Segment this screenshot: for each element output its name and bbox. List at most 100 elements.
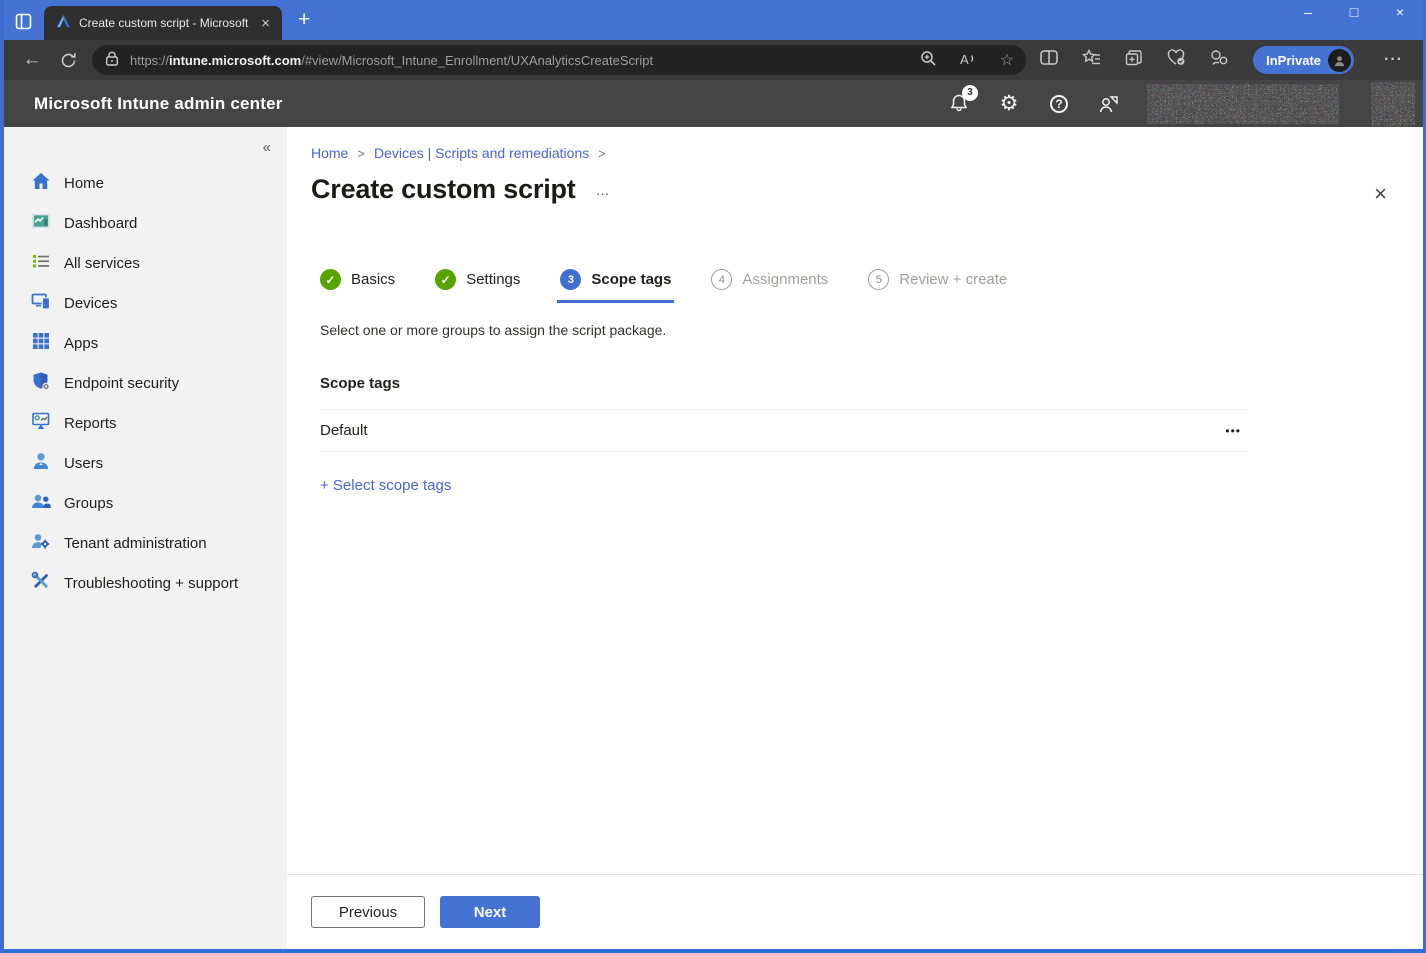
- scope-tags-table: Scope tags Default •••: [320, 375, 1247, 452]
- feedback-person-icon[interactable]: [1097, 92, 1121, 116]
- step-label: Basics: [351, 271, 395, 288]
- shield-icon: [31, 371, 51, 395]
- sidebar-item-label: Reports: [64, 415, 117, 432]
- step-number: 5: [868, 269, 889, 290]
- browser-menu-icon[interactable]: ···: [1378, 51, 1409, 69]
- step-assignments[interactable]: 4 Assignments: [711, 269, 828, 303]
- step-scope-tags[interactable]: 3 Scope tags: [560, 269, 671, 303]
- step-number: 4: [711, 269, 732, 290]
- wizard-steps: ✓ Basics ✓ Settings 3 Scope tags 4 Assig…: [320, 269, 1399, 303]
- sidebar-item-endpoint-security[interactable]: Endpoint security: [4, 363, 287, 403]
- favorite-star-icon[interactable]: ☆: [1000, 50, 1014, 70]
- refresh-icon[interactable]: [50, 52, 86, 69]
- browser-window: Create custom script - Microsoft I × + –…: [0, 0, 1426, 953]
- step-basics[interactable]: ✓ Basics: [320, 269, 395, 303]
- sidebar-item-label: Groups: [64, 495, 113, 512]
- browser-tab-strip: Create custom script - Microsoft I × + –…: [4, 0, 1423, 40]
- sidebar-item-label: Endpoint security: [64, 375, 179, 392]
- redacted-account-info: [1147, 84, 1339, 124]
- sidebar-item-label: Apps: [64, 335, 98, 352]
- wizard-footer: Previous Next: [287, 874, 1423, 949]
- window-minimize-button[interactable]: –: [1295, 4, 1321, 20]
- step-label: Assignments: [742, 271, 828, 288]
- window-controls: – □ ×: [1295, 4, 1413, 20]
- devices-icon: [31, 291, 51, 315]
- sidebar-item-label: All services: [64, 255, 140, 272]
- sidebar-item-dashboard[interactable]: Dashboard: [4, 203, 287, 243]
- browser-tab[interactable]: Create custom script - Microsoft I ×: [44, 6, 282, 40]
- sidebar-item-devices[interactable]: Devices: [4, 283, 287, 323]
- previous-button[interactable]: Previous: [311, 896, 425, 928]
- tab-close-icon[interactable]: ×: [257, 15, 274, 32]
- collections-icon[interactable]: [1125, 49, 1143, 71]
- step-label: Review + create: [899, 271, 1007, 288]
- next-button[interactable]: Next: [440, 896, 540, 928]
- feedback-icon[interactable]: [1210, 49, 1229, 71]
- breadcrumb-separator: >: [598, 146, 606, 161]
- inprivate-badge[interactable]: InPrivate: [1253, 46, 1354, 74]
- page-title: Create custom script: [311, 174, 576, 205]
- step-complete-check-icon: ✓: [435, 269, 456, 290]
- sidebar-item-home[interactable]: Home: [4, 163, 287, 203]
- url-text: https://intune.microsoft.com/#view/Micro…: [130, 53, 910, 68]
- sidebar-item-label: Users: [64, 455, 103, 472]
- read-aloud-icon[interactable]: A: [959, 51, 978, 70]
- sidebar-item-users[interactable]: Users: [4, 443, 287, 483]
- scope-tags-column-header: Scope tags: [320, 375, 1247, 410]
- step-number: 3: [560, 269, 581, 290]
- sidebar-nav: « Home Dashboard All services Devices Ap…: [4, 127, 287, 949]
- step-label: Settings: [466, 271, 520, 288]
- browser-essentials-icon[interactable]: [1167, 49, 1186, 71]
- app-header: Microsoft Intune admin center 3 ⚙ ?: [4, 80, 1423, 127]
- settings-gear-icon[interactable]: ⚙: [997, 92, 1021, 116]
- lock-icon: [106, 51, 118, 69]
- browser-toolbar: ← https://intune.microsoft.com/#view/Mic…: [4, 40, 1423, 80]
- all-services-icon: [31, 251, 51, 275]
- sidebar-item-apps[interactable]: Apps: [4, 323, 287, 363]
- zoom-icon[interactable]: [920, 50, 937, 70]
- step-review-create[interactable]: 5 Review + create: [868, 269, 1007, 303]
- table-row: Default •••: [320, 410, 1247, 452]
- favorites-icon[interactable]: [1082, 49, 1101, 71]
- breadcrumb-section-link[interactable]: Devices | Scripts and remediations: [374, 145, 589, 161]
- select-scope-tags-link[interactable]: + Select scope tags: [320, 477, 451, 494]
- row-context-menu-icon[interactable]: •••: [1219, 420, 1247, 442]
- breadcrumb: Home > Devices | Scripts and remediation…: [311, 145, 1399, 161]
- svg-text:A: A: [960, 52, 969, 67]
- tenant-admin-icon: [31, 531, 51, 555]
- sidebar-item-troubleshooting[interactable]: Troubleshooting + support: [4, 563, 287, 603]
- sidebar-item-label: Troubleshooting + support: [64, 575, 238, 592]
- sidebar-collapse-icon[interactable]: «: [263, 139, 271, 156]
- notifications-bell-icon[interactable]: 3: [947, 92, 971, 116]
- redacted-avatar[interactable]: [1371, 82, 1415, 126]
- inprivate-label: InPrivate: [1266, 53, 1321, 68]
- split-screen-icon[interactable]: [1040, 50, 1058, 70]
- dashboard-icon: [31, 211, 51, 235]
- sidebar-item-tenant-administration[interactable]: Tenant administration: [4, 523, 287, 563]
- sidebar-item-label: Home: [64, 175, 104, 192]
- sidebar-item-label: Dashboard: [64, 215, 137, 232]
- groups-icon: [31, 491, 51, 515]
- troubleshooting-icon: [31, 571, 51, 595]
- address-bar[interactable]: https://intune.microsoft.com/#view/Micro…: [92, 45, 1026, 75]
- workspaces-icon[interactable]: [8, 7, 38, 35]
- sidebar-item-reports[interactable]: Reports: [4, 403, 287, 443]
- window-maximize-button[interactable]: □: [1341, 4, 1367, 20]
- help-icon[interactable]: ?: [1047, 92, 1071, 116]
- window-close-button[interactable]: ×: [1387, 4, 1413, 20]
- blade-content: Home > Devices | Scripts and remediation…: [287, 127, 1423, 874]
- blade-close-icon[interactable]: ×: [1374, 183, 1387, 205]
- back-icon[interactable]: ←: [14, 49, 50, 71]
- title-ellipsis-icon: …: [596, 182, 610, 198]
- breadcrumb-separator: >: [357, 146, 365, 161]
- sidebar-item-label: Devices: [64, 295, 117, 312]
- new-tab-button[interactable]: +: [298, 8, 310, 32]
- sidebar-item-groups[interactable]: Groups: [4, 483, 287, 523]
- breadcrumb-home-link[interactable]: Home: [311, 145, 348, 161]
- sidebar-item-all-services[interactable]: All services: [4, 243, 287, 283]
- reports-icon: [31, 411, 51, 435]
- step-description: Select one or more groups to assign the …: [320, 322, 1399, 338]
- step-settings[interactable]: ✓ Settings: [435, 269, 520, 303]
- profile-avatar-icon: [1328, 49, 1351, 72]
- sidebar-item-label: Tenant administration: [64, 535, 207, 552]
